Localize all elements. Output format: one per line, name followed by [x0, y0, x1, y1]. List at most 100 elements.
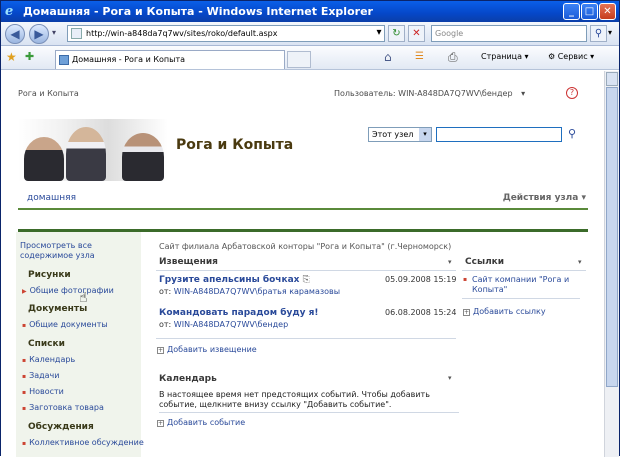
page-menu[interactable]: Страница ▾ [481, 52, 529, 61]
announcements-title: Извещения [159, 257, 218, 267]
ql-item-label: Календарь [29, 355, 76, 364]
site-title: Рога и Копыта [176, 137, 294, 153]
announcement-title-2[interactable]: Командовать парадом буду я! [159, 308, 319, 318]
print-icon[interactable]: ⎙ [448, 50, 458, 65]
search-scope-value: Этот узел [372, 130, 414, 139]
refresh-icon[interactable]: ↻ [388, 25, 405, 42]
command-bar: ★ ✚ Домашняя - Рога и Копыта ⌂ ☰ ⎙ Стран… [1, 46, 619, 70]
ql-item-shared-photos[interactable]: ▶ Общие фотографии [22, 286, 114, 295]
chevron-down-icon: ▾ [419, 128, 431, 141]
navigation-bar: ◀ ▶ ▾ http://win-a848da7q7wv/sites/roko/… [1, 22, 619, 46]
calendar-menu-icon[interactable]: ▾ [448, 374, 452, 382]
address-bar[interactable]: http://win-a848da7q7wv/sites/roko/defaul… [67, 25, 385, 42]
service-menu[interactable]: ⚙ Сервис ▾ [548, 52, 594, 61]
announcement-date-2: 06.08.2008 15:24 [385, 308, 457, 317]
calendar-empty-text: В настоящее время нет предстоящих событи… [159, 390, 459, 413]
links-menu-icon[interactable]: ▾ [578, 258, 582, 266]
minimize-button[interactable]: _ [563, 3, 580, 20]
scroll-up-icon[interactable] [606, 72, 618, 86]
window-title: Домашняя - Рога и Копыта - Windows Inter… [23, 5, 373, 18]
ql-item-tasks[interactable]: ▪ Задачи [22, 371, 59, 380]
close-button[interactable]: ✕ [599, 3, 616, 20]
announcement-author-1: от: WIN-A848DA7Q7WV\братья карамазовы [159, 287, 340, 296]
scroll-thumb[interactable] [606, 87, 618, 387]
new-tab-button[interactable] [287, 51, 311, 68]
announcements-header: Извещения ▾ [156, 255, 456, 271]
by-label: от: [159, 287, 172, 296]
site-actions-menu[interactable]: Действия узла ▾ [503, 193, 586, 203]
add-event-link[interactable]: + Добавить событие [157, 418, 245, 427]
user-menu[interactable]: Пользователь: WIN-A848DA7Q7WV\бендер ▾ [334, 89, 525, 98]
announcement-date-1: 05.09.2008 15:19 [385, 275, 457, 284]
top-link-bar: Рога и Копыта Пользователь: WIN-A848DA7Q… [18, 87, 588, 99]
ql-section-lists[interactable]: Списки [28, 339, 65, 349]
announcement-title-1[interactable]: Грузите апельсины бочках ⎘ [159, 275, 310, 285]
help-icon[interactable]: ? [566, 87, 578, 99]
browser-tab[interactable]: Домашняя - Рога и Копыта [55, 50, 285, 69]
separator [156, 338, 456, 339]
browser-window: e Домашняя - Рога и Копыта - Windows Int… [0, 0, 620, 457]
tab-page-icon [59, 55, 69, 65]
add-event-label: Добавить событие [167, 418, 246, 427]
announcement-author-2: от: WIN-A848DA7Q7WV\бендер [159, 320, 288, 329]
ql-item-shared-documents[interactable]: ▪ Общие документы [22, 320, 108, 329]
by-label: от: [159, 320, 172, 329]
links-title: Ссылки [465, 257, 505, 267]
feeds-icon[interactable]: ☰ [415, 51, 424, 62]
maximize-button[interactable]: □ [581, 3, 598, 20]
ql-item-goods[interactable]: ▪ Заготовка товара [22, 403, 104, 412]
ql-item-label: Новости [29, 387, 64, 396]
site-search-input[interactable] [436, 127, 562, 142]
address-text: http://win-a848da7q7wv/sites/roko/defaul… [86, 29, 278, 38]
favorites-star-icon[interactable]: ★ [6, 50, 17, 64]
plus-icon: + [157, 420, 164, 427]
plus-icon: + [463, 309, 470, 316]
calendar-title: Календарь [159, 374, 217, 384]
author-link[interactable]: WIN-A848DA7Q7WV\бендер [174, 320, 288, 329]
vertical-scrollbar[interactable] [604, 71, 619, 457]
ql-item-label: Общие документы [29, 320, 108, 329]
add-announcement-link[interactable]: + Добавить извещение [157, 345, 257, 354]
ql-section-pictures[interactable]: Рисунки [28, 270, 71, 280]
address-dropdown-icon[interactable]: ▾ [373, 25, 385, 42]
links-header: Ссылки ▾ [462, 255, 586, 271]
hand-cursor-icon: ☝ [79, 290, 88, 306]
ql-item-label: Задачи [29, 371, 60, 380]
add-favorites-icon[interactable]: ✚ [25, 50, 34, 63]
search-scope-select[interactable]: Этот узел ▾ [368, 127, 432, 142]
view-all-content-link[interactable]: Просмотреть все содержимое узла [20, 241, 130, 261]
tab-home[interactable]: домашняя [27, 193, 76, 203]
forward-arrow-icon[interactable]: ▶ [29, 24, 49, 44]
service-menu-label: Сервис [557, 52, 588, 61]
author-link[interactable]: WIN-A848DA7Q7WV\братья карамазовы [174, 287, 340, 296]
home-icon[interactable]: ⌂ [384, 50, 392, 64]
page-content: Рога и Копыта Пользователь: WIN-A848DA7Q… [1, 71, 604, 457]
links-list-item[interactable]: ▪ Сайт компании "Рога и Копыта" [462, 275, 580, 299]
search-input[interactable]: Google [431, 25, 587, 42]
announcements-menu-icon[interactable]: ▾ [448, 258, 452, 266]
ql-item-news[interactable]: ▪ Новости [22, 387, 64, 396]
site-logo-photo [18, 119, 168, 181]
ql-item-calendar[interactable]: ▪ Календарь [22, 355, 75, 364]
user-label: Пользователь: WIN-A848DA7Q7WV\бендер [334, 89, 513, 98]
ie-logo-icon: e [5, 4, 14, 19]
back-arrow-icon[interactable]: ◀ [5, 24, 25, 44]
history-dropdown-icon[interactable]: ▾ [52, 28, 56, 37]
ql-item-team-discussion[interactable]: ▪ Коллективное обсуждение [22, 438, 144, 447]
link-item-label: Сайт компании "Рога и Копыта" [472, 275, 570, 294]
announcement-title-text: Грузите апельсины бочках [159, 275, 300, 285]
bullet-icon: ▪ [463, 276, 468, 283]
calendar-header: Календарь ▾ [156, 370, 456, 386]
site-breadcrumb[interactable]: Рога и Копыта [18, 89, 79, 98]
stop-icon[interactable]: ✕ [408, 25, 425, 42]
page-icon [71, 28, 82, 39]
title-bar: e Домашняя - Рога и Копыта - Windows Int… [1, 1, 619, 22]
tab-label: Домашняя - Рога и Копыта [72, 55, 186, 64]
quick-launch: Просмотреть все содержимое узла Рисунки … [16, 232, 144, 457]
add-link-label: Добавить ссылку [473, 307, 546, 316]
search-icon[interactable]: ⚲ [590, 25, 607, 42]
search-options-icon[interactable]: ▾ [608, 28, 612, 37]
search-go-icon[interactable]: ⚲ [568, 127, 576, 140]
ql-section-discussions[interactable]: Обсуждения [28, 422, 94, 432]
add-link-link[interactable]: + Добавить ссылку [463, 307, 546, 316]
